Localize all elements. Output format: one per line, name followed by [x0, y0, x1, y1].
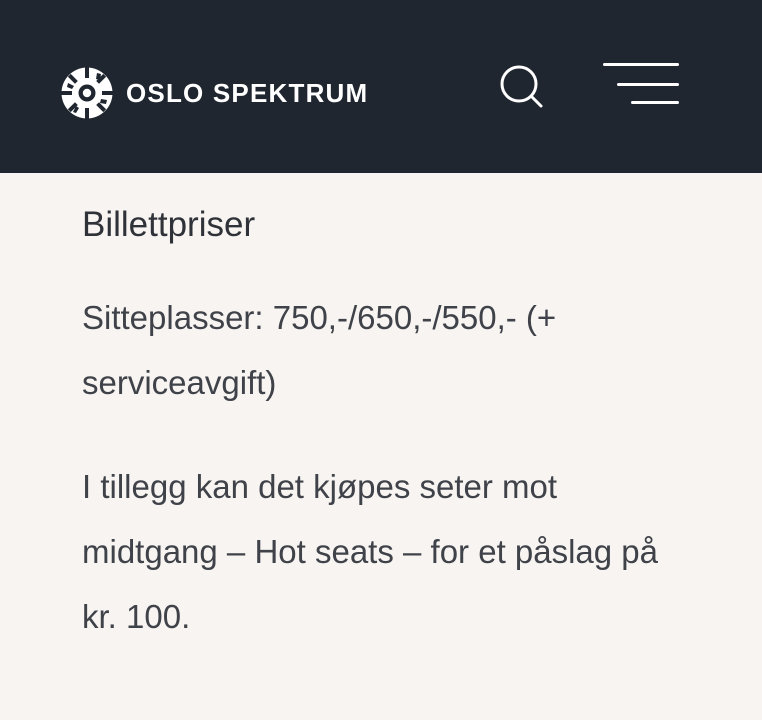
brand-logo-link[interactable]: OSLO SPEKTRUM — [60, 66, 368, 120]
brand-name: OSLO SPEKTRUM — [126, 77, 369, 108]
ticket-info-section: Billettpriser Sitteplasser: 750,-/650,-/… — [82, 205, 692, 649]
search-button[interactable] — [497, 62, 545, 110]
menu-button[interactable] — [603, 63, 681, 107]
section-heading: Billettpriser — [82, 205, 256, 244]
search-icon — [500, 65, 543, 108]
oslo-spektrum-logo-icon — [61, 67, 113, 119]
hot-seats-text: I tillegg kan det kjøpes seter mot midtg… — [82, 468, 659, 635]
site-header: OSLO SPEKTRUM — [0, 0, 762, 173]
seat-price-text: Sitteplasser: 750,-/650,-/550,- (+ servi… — [82, 299, 557, 401]
